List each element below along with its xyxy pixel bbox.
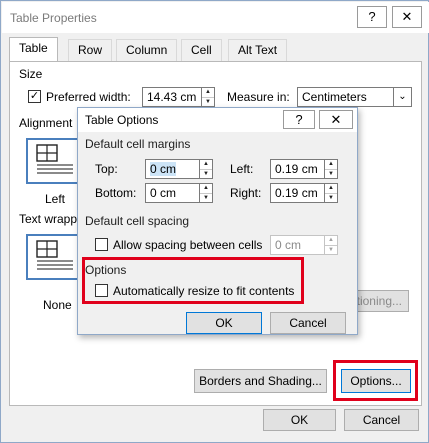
wrap-none-option[interactable] [26, 234, 84, 280]
table-options-close-button[interactable]: ✕ [319, 110, 353, 129]
spin-up-icon[interactable]: ▲ [200, 160, 212, 169]
help-button[interactable]: ? [357, 6, 387, 28]
spin-up-icon[interactable]: ▲ [325, 160, 337, 169]
text-wrapping-section-label: Text wrapp [19, 212, 78, 226]
top-margin-field[interactable]: 0 cm [145, 159, 200, 179]
options-section-label: Options [85, 263, 127, 277]
tab-table-label: Table [19, 41, 48, 55]
tab-alt-text-label: Alt Text [238, 43, 278, 57]
table-options-ok-button[interactable]: OK [186, 312, 262, 334]
left-margin-label: Left: [230, 162, 254, 176]
auto-resize-label: Automatically resize to fit contents [113, 284, 295, 298]
borders-and-shading-button[interactable]: Borders and Shading... [194, 369, 327, 393]
measure-in-dropdown[interactable]: ⌄ [394, 87, 412, 107]
tab-strip: Table Row Column Cell Alt Text [9, 37, 422, 62]
default-cell-margins-label: Default cell margins [85, 137, 191, 151]
table-options-help-button[interactable]: ? [283, 110, 315, 129]
close-icon: ✕ [330, 112, 342, 127]
spin-up-icon[interactable]: ▲ [202, 88, 214, 97]
tab-row-label: Row [78, 43, 103, 57]
auto-resize-checkbox[interactable] [95, 284, 108, 297]
borders-and-shading-label: Borders and Shading... [199, 374, 322, 388]
alignment-section-label: Alignment [19, 116, 73, 130]
tab-cell[interactable]: Cell [181, 39, 222, 61]
title-bar: Table Properties ? ✕ [2, 2, 429, 33]
preferred-width-spinner[interactable]: ▲ ▼ [202, 87, 215, 107]
allow-spacing-label: Allow spacing between cells [113, 238, 263, 252]
spin-up-icon[interactable]: ▲ [325, 184, 337, 193]
measure-in-select[interactable]: Centimeters [297, 87, 394, 107]
tab-table[interactable]: Table [9, 37, 58, 62]
spin-down-icon[interactable]: ▼ [200, 193, 212, 202]
wrap-none-icon [36, 240, 73, 270]
align-left-icon [36, 144, 73, 174]
spin-up-icon[interactable]: ▲ [325, 236, 337, 245]
chevron-down-icon: ⌄ [398, 91, 407, 102]
spin-down-icon[interactable]: ▼ [200, 169, 212, 178]
bottom-margin-spinner[interactable]: ▲ ▼ [200, 183, 213, 203]
options-button[interactable]: Options... [341, 369, 411, 393]
left-margin-spinner[interactable]: ▲ ▼ [325, 159, 338, 179]
cell-spacing-spinner[interactable]: ▲ ▼ [325, 235, 338, 255]
allow-spacing-checkbox[interactable] [95, 238, 108, 251]
spin-down-icon[interactable]: ▼ [325, 245, 337, 254]
top-margin-value: 0 cm [150, 162, 177, 176]
default-cell-spacing-label: Default cell spacing [85, 214, 190, 228]
top-margin-label: Top: [95, 162, 118, 176]
ok-button[interactable]: OK [263, 409, 336, 431]
bottom-margin-field[interactable]: 0 cm [145, 183, 200, 203]
align-left-label: Left [45, 192, 66, 206]
cell-spacing-field[interactable]: 0 cm [270, 235, 325, 255]
preferred-width-label: Preferred width: [46, 90, 131, 104]
tab-column[interactable]: Column [116, 39, 178, 61]
checkmark-icon: ✓ [29, 90, 40, 102]
right-margin-field[interactable]: 0.19 cm [270, 183, 325, 203]
tab-alt-text[interactable]: Alt Text [228, 39, 288, 61]
table-options-title-bar: Table Options ? ✕ [78, 108, 357, 132]
preferred-width-checkbox[interactable]: ✓ [28, 90, 41, 103]
top-margin-spinner[interactable]: ▲ ▼ [200, 159, 213, 179]
table-options-cancel-button[interactable]: Cancel [270, 312, 346, 334]
spin-down-icon[interactable]: ▼ [202, 97, 214, 106]
size-section-label: Size [19, 67, 43, 81]
bottom-margin-label: Bottom: [95, 186, 137, 200]
table-options-dialog: Table Options ? ✕ Default cell margins T… [77, 107, 358, 335]
cancel-button[interactable]: Cancel [344, 409, 419, 431]
close-button[interactable]: ✕ [392, 6, 422, 28]
preferred-width-field[interactable]: 14.43 cm [142, 87, 202, 107]
table-options-body: Default cell margins Top: 0 cm ▲ ▼ Left:… [78, 132, 357, 334]
spin-down-icon[interactable]: ▼ [325, 169, 337, 178]
right-margin-label: Right: [230, 186, 262, 200]
align-left-option[interactable] [26, 138, 84, 184]
spin-down-icon[interactable]: ▼ [325, 193, 337, 202]
tab-cell-label: Cell [191, 43, 212, 57]
measure-in-label: Measure in: [227, 90, 290, 104]
dialog-title: Table Properties [10, 11, 97, 25]
wrap-none-label: None [43, 298, 72, 312]
tab-row[interactable]: Row [68, 39, 113, 61]
close-icon: ✕ [401, 9, 413, 24]
table-options-title: Table Options [85, 113, 159, 127]
right-margin-spinner[interactable]: ▲ ▼ [325, 183, 338, 203]
spin-up-icon[interactable]: ▲ [200, 184, 212, 193]
tab-column-label: Column [126, 43, 168, 57]
options-button-label: Options... [350, 374, 402, 388]
left-margin-field[interactable]: 0.19 cm [270, 159, 325, 179]
